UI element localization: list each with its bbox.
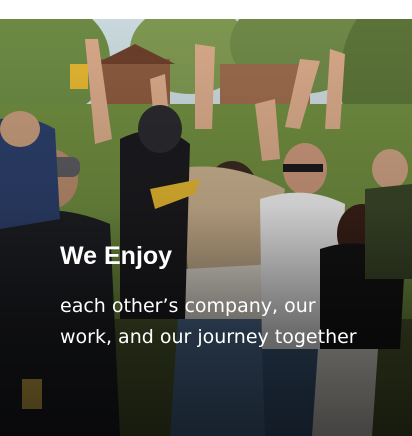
culture-card: We Enjoy each other’s company, our work,… [0, 19, 412, 436]
card-description: each other’s company, our work, and our … [60, 295, 357, 348]
card-heading: We Enjoy [60, 242, 173, 270]
image-overlay [0, 19, 412, 436]
